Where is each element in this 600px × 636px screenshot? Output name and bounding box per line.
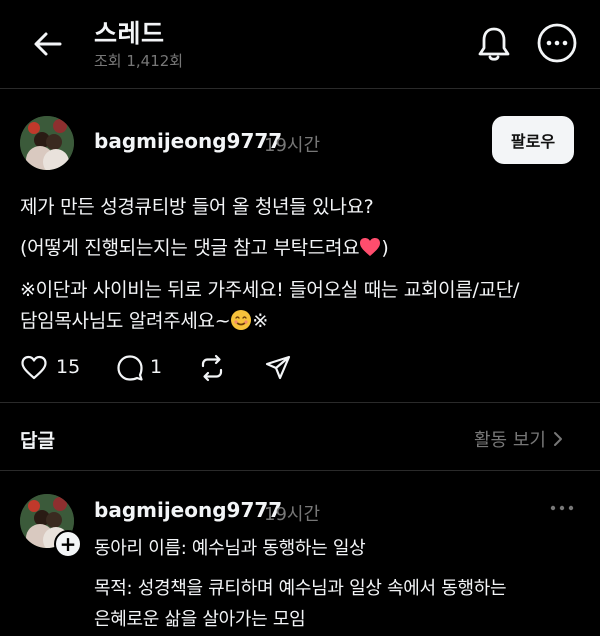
follow-plus-icon[interactable]: + xyxy=(54,530,82,558)
repost-icon[interactable] xyxy=(198,354,226,382)
reply-count: 1 xyxy=(150,356,163,378)
view-activity-link[interactable]: 활동 보기 xyxy=(474,426,564,452)
view-count: 조회 1,412회 xyxy=(94,52,184,70)
header-divider xyxy=(0,88,600,89)
reply-time: 19시간 xyxy=(264,504,321,525)
smile-emoji-icon xyxy=(231,310,252,330)
post-text-line: ※이단과 사이비는 뒤로 가주세요! 들어오실 때는 교회이름/교단/ xyxy=(20,279,520,301)
post-text-paren: ) xyxy=(381,237,389,259)
reply-username[interactable]: bagmijeong9777 xyxy=(94,498,282,522)
view-activity-label: 활동 보기 xyxy=(474,430,546,451)
post-text-line: 제가 만든 성경큐티방 들어 올 청년들 있나요? xyxy=(20,196,374,218)
send-icon[interactable] xyxy=(264,354,292,382)
more-options-icon[interactable] xyxy=(536,22,578,64)
post-username[interactable]: bagmijeong9777 xyxy=(94,129,282,153)
avatar[interactable] xyxy=(20,116,74,170)
heart-emoji-icon xyxy=(360,238,381,256)
post-text-line: 담임목사님도 알려주세요~ ※ xyxy=(20,306,268,333)
post-text-segment: 담임목사님도 알려주세요~ xyxy=(20,310,231,332)
bell-icon[interactable] xyxy=(474,24,514,64)
page-title: 스레드 xyxy=(94,19,165,48)
follow-button[interactable]: 팔로우 xyxy=(492,116,574,164)
post-time: 19시간 xyxy=(264,135,321,156)
back-arrow-icon[interactable] xyxy=(30,26,66,62)
section-divider xyxy=(0,402,600,403)
chevron-right-icon xyxy=(553,432,562,446)
post-text-segment: (어떻게 진행되는지는 댓글 참고 부탁드려요 xyxy=(20,237,360,259)
reply-text-line: 목적: 성경책을 큐티하며 예수님과 일상 속에서 동행하는 xyxy=(94,578,507,599)
reply-text-line: 은혜로운 삶을 살아가는 모임 xyxy=(94,609,306,630)
more-dots-icon[interactable] xyxy=(548,498,576,518)
like-count: 15 xyxy=(56,356,81,378)
heart-icon[interactable] xyxy=(20,354,48,382)
post-text-line: (어떻게 진행되는지는 댓글 참고 부탁드려요) xyxy=(20,233,389,260)
section-divider xyxy=(0,470,600,471)
replies-heading: 답글 xyxy=(20,430,55,452)
comment-icon[interactable] xyxy=(116,354,144,382)
reply-text-line: 동아리 이름: 예수님과 동행하는 일상 xyxy=(94,538,366,559)
post-text-segment: ※ xyxy=(252,310,268,332)
avatar-photo-icon xyxy=(20,116,74,170)
